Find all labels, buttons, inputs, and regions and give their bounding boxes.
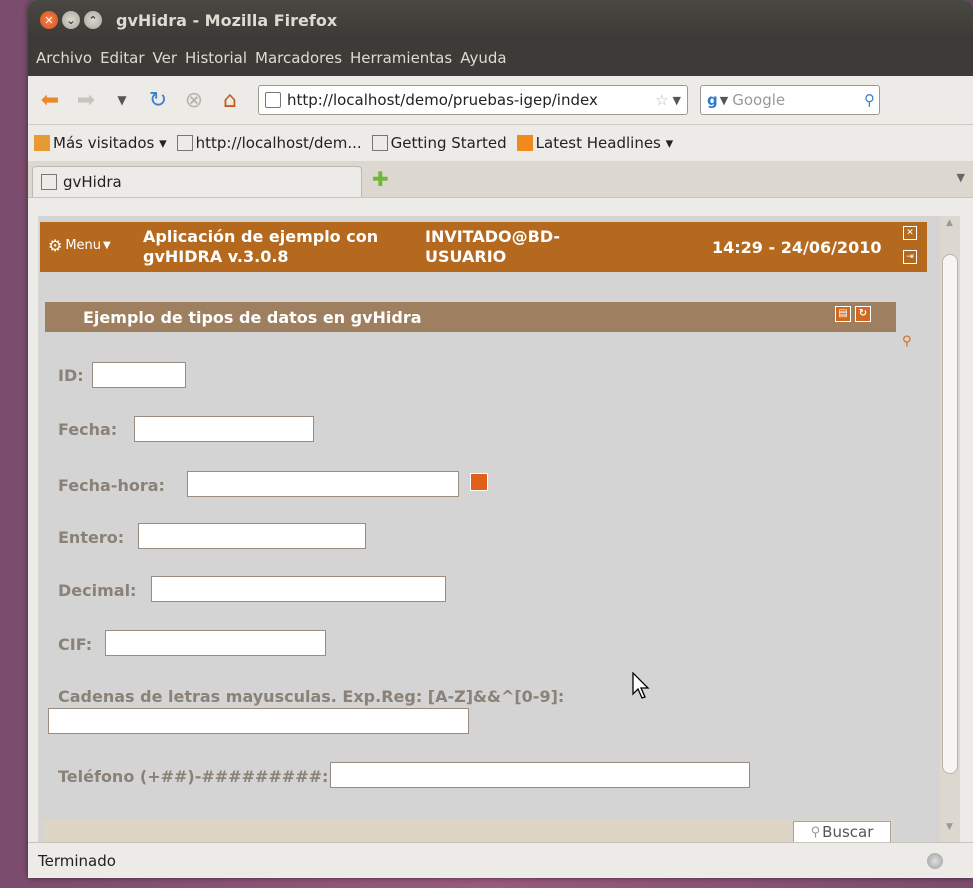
browser-window: ✕ ⌄ ⌃ gvHidra - Mozilla Firefox Archivo … (28, 0, 973, 878)
calendar-icon[interactable] (470, 473, 488, 491)
bookmark-getting-started[interactable]: Getting Started (371, 134, 507, 152)
back-icon[interactable]: ⬅ (36, 86, 64, 114)
label-telefono: Teléfono (+##)-#########: (58, 767, 329, 786)
fecha-field[interactable] (134, 416, 314, 442)
label-cadenas: Cadenas de letras mayusculas. Exp.Reg: [… (58, 687, 565, 706)
forward-icon[interactable]: ➡ (72, 86, 100, 114)
minimize-window-button[interactable]: ⌄ (62, 11, 80, 29)
panel-title: Ejemplo de tipos de datos en gvHidra (83, 308, 422, 327)
label-fecha: Fecha: (58, 420, 118, 439)
window-title: gvHidra - Mozilla Firefox (116, 10, 338, 30)
label-decimal: Decimal: (58, 581, 137, 600)
history-dropdown-icon[interactable]: ▼ (108, 86, 136, 114)
menu-bar: Archivo Editar Ver Historial Marcadores … (28, 40, 973, 76)
folder-icon (34, 135, 50, 151)
navigation-toolbar: ⬅ ➡ ▼ ↻ ⊗ ⌂ http://localhost/demo/prueba… (28, 76, 973, 125)
panel-footer (43, 820, 893, 842)
bookmarks-toolbar: Más visitados ▾ http://localhost/dem... … (28, 125, 973, 161)
menu-marcadores[interactable]: Marcadores (255, 49, 342, 67)
reload-icon[interactable]: ↻ (144, 86, 172, 114)
telefono-field[interactable] (330, 762, 750, 788)
status-bar: Terminado (28, 842, 973, 878)
stop-icon[interactable]: ⊗ (180, 86, 208, 114)
menu-ver[interactable]: Ver (153, 49, 178, 67)
title-bar: ✕ ⌄ ⌃ gvHidra - Mozilla Firefox (28, 0, 973, 40)
chevron-down-icon: ▼ (103, 240, 111, 251)
label-cif: CIF: (58, 635, 93, 654)
buscar-button[interactable]: ⚲ Buscar (793, 821, 891, 842)
status-text: Terminado (38, 851, 116, 870)
search-icon[interactable]: ⚲ (902, 334, 912, 349)
label-entero: Entero: (58, 528, 125, 547)
page-icon (41, 174, 57, 190)
bookmark-label: Latest Headlines ▾ (535, 134, 674, 152)
menu-label: Menu (65, 238, 102, 253)
app-title: Aplicación de ejemplo con gvHIDRA v.3.0.… (143, 227, 379, 266)
page-icon (176, 135, 193, 151)
buscar-label: Buscar (822, 823, 874, 841)
url-text: http://localhost/demo/pruebas-igep/index (287, 91, 598, 109)
status-indicator-icon (927, 853, 943, 869)
bookmark-label: Más visitados ▾ (53, 134, 167, 152)
logout-icon[interactable]: ⇥ (903, 250, 917, 264)
menu-historial[interactable]: Historial (185, 49, 247, 67)
app-menu-button[interactable]: ⚙ Menu ▼ (48, 236, 111, 255)
cif-field[interactable] (105, 630, 326, 656)
menu-ayuda[interactable]: Ayuda (460, 49, 506, 67)
tab-list-icon[interactable]: ▼ (957, 171, 965, 184)
label-id: ID: (58, 366, 84, 385)
home-icon[interactable]: ⌂ (216, 86, 244, 114)
refresh-icon[interactable]: ↻ (855, 306, 871, 322)
entero-field[interactable] (138, 523, 366, 549)
search-placeholder: Google (732, 91, 786, 109)
fecha-hora-field[interactable] (187, 471, 459, 497)
tab-label: gvHidra (63, 173, 122, 191)
scroll-down-icon[interactable]: ▼ (946, 822, 953, 832)
user-label: INVITADO@BD-USUARIO (425, 227, 561, 266)
search-icon[interactable]: ⚲ (864, 91, 879, 109)
url-dropdown-icon[interactable]: ▼ (673, 94, 687, 107)
page-content: ⚙ Menu ▼ Aplicación de ejemplo con gvHID… (38, 216, 940, 842)
panel-header: Ejemplo de tipos de datos en gvHidra ▤ ↻ (45, 302, 896, 332)
close-icon[interactable]: ✕ (903, 226, 917, 240)
menu-herramientas[interactable]: Herramientas (350, 49, 452, 67)
id-field[interactable] (92, 362, 186, 388)
scroll-up-icon[interactable]: ▲ (946, 218, 953, 228)
bookmark-label: Getting Started (390, 134, 507, 152)
tab-bar: gvHidra ✚ ▼ (28, 161, 973, 198)
search-icon: ⚲ (810, 824, 821, 840)
scrollbar-thumb[interactable] (942, 254, 958, 774)
close-window-button[interactable]: ✕ (40, 11, 58, 29)
tab-gvhidra[interactable]: gvHidra (32, 166, 362, 197)
rss-icon (516, 135, 533, 151)
url-bar[interactable]: http://localhost/demo/pruebas-igep/index… (258, 85, 688, 115)
menu-icon: ⚙ (48, 236, 63, 255)
google-icon[interactable]: g (701, 91, 720, 109)
label-fecha-hora: Fecha-hora: (58, 476, 165, 495)
maximize-window-button[interactable]: ⌃ (84, 11, 102, 29)
app-header: ⚙ Menu ▼ Aplicación de ejemplo con gvHID… (40, 222, 927, 272)
print-icon[interactable]: ▤ (835, 306, 851, 322)
bookmark-mas-visitados[interactable]: Más visitados ▾ (34, 134, 167, 152)
decimal-field[interactable] (151, 576, 446, 602)
bookmark-star-icon[interactable]: ☆ (651, 91, 672, 109)
bookmark-localhost[interactable]: http://localhost/dem... (176, 134, 362, 152)
mouse-cursor-icon (632, 672, 650, 699)
page-icon (265, 92, 281, 108)
new-tab-icon[interactable]: ✚ (372, 167, 389, 191)
bookmark-label: http://localhost/dem... (195, 134, 362, 152)
cadenas-field[interactable] (48, 708, 469, 734)
vertical-scrollbar[interactable]: ▲ ▼ (940, 216, 960, 842)
menu-editar[interactable]: Editar (100, 49, 144, 67)
bookmark-latest-headlines[interactable]: Latest Headlines ▾ (516, 134, 674, 152)
search-bar[interactable]: g ▼ Google ⚲ (700, 85, 880, 115)
menu-archivo[interactable]: Archivo (36, 49, 92, 67)
page-icon (371, 135, 388, 151)
datetime-label: 14:29 - 24/06/2010 (712, 238, 882, 257)
search-engine-dropdown-icon[interactable]: ▼ (720, 94, 732, 107)
